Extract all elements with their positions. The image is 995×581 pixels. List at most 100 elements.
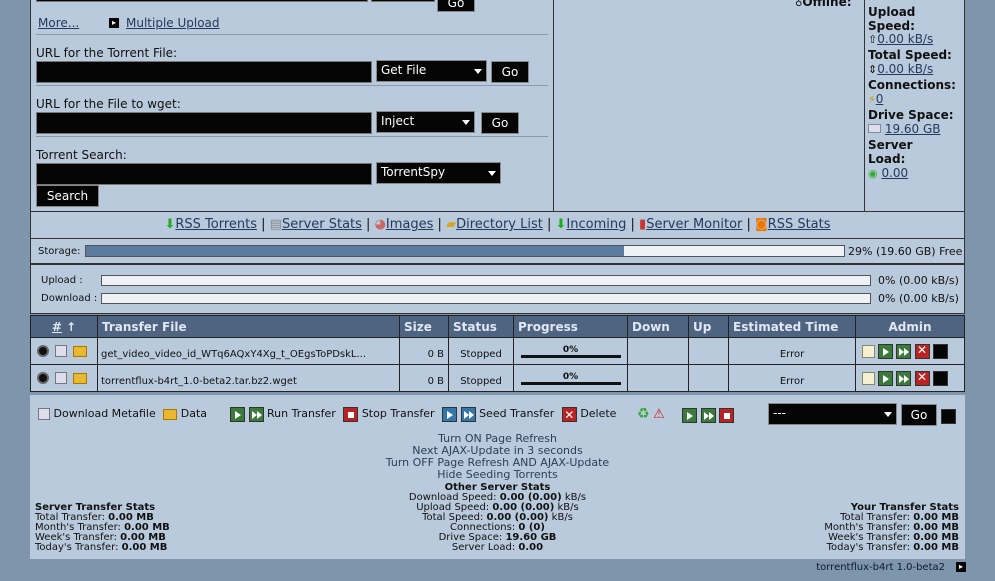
stop-icon xyxy=(343,406,359,422)
torrent-search-input[interactable] xyxy=(36,163,372,185)
bulk-run-icon[interactable] xyxy=(682,407,698,423)
upload-speed-label: Upload Speed: xyxy=(868,5,916,33)
multiple-upload-link[interactable]: Multiple Upload xyxy=(126,16,220,30)
transfer-status: Stopped xyxy=(448,364,514,392)
search-engine-select[interactable]: TorrentSpy xyxy=(376,162,501,184)
upload-speed-value: ⇧0.00 kB/s xyxy=(868,32,934,46)
download-green-icon: ⬇ xyxy=(164,217,176,232)
upload-go-button[interactable]: Go xyxy=(437,0,475,12)
select-checkbox[interactable] xyxy=(932,370,948,386)
col-header-status[interactable]: Status xyxy=(448,315,514,338)
select-checkbox[interactable] xyxy=(932,343,948,359)
transfer-form-panel: Go More... ▸ Multiple Upload URL for the… xyxy=(30,0,554,212)
drive-icon xyxy=(868,124,881,133)
table-row: torrentflux-b4rt_1.0-beta2.tar.bz2.wget … xyxy=(30,364,965,392)
footer-version[interactable]: torrentflux-b4rt 1.0-beta2 xyxy=(816,562,945,573)
transfer-size: 0 B xyxy=(399,364,449,392)
get-file-select[interactable]: Get File xyxy=(376,60,487,82)
col-header-down[interactable]: Down xyxy=(627,315,689,338)
bulk-seed-icon[interactable] xyxy=(700,407,716,423)
run-seed-icon xyxy=(248,406,264,422)
storage-panel: Storage: 29% (19.60 GB) Free xyxy=(30,239,965,264)
col-header-size[interactable]: Size xyxy=(399,315,449,338)
seed-all-icon xyxy=(460,406,476,422)
upload-file-input[interactable] xyxy=(36,0,368,2)
search-button[interactable]: Search xyxy=(36,185,99,207)
transfer-status: Stopped xyxy=(448,337,514,365)
warning-icon[interactable]: ⚠ xyxy=(653,407,665,422)
select-all-checkbox[interactable] xyxy=(941,409,956,424)
progress-text: 0% xyxy=(562,371,579,382)
torrent-search-label: Torrent Search: xyxy=(36,148,127,162)
wget-url-label: URL for the File to wget: xyxy=(36,97,181,111)
transfer-file-name[interactable]: get_video_video_id_WTq6AQxY4Xg_t_OEgsToP… xyxy=(97,337,400,365)
incoming-link[interactable]: ⬇Incoming xyxy=(556,217,627,232)
delete-icon: ✕ xyxy=(561,406,577,422)
directory-list-link[interactable]: ▰Directory List xyxy=(446,217,543,232)
legend-run-transfer: Run Transfer xyxy=(267,407,336,420)
recycle-icon[interactable]: ♻ xyxy=(637,406,650,422)
transfer-down xyxy=(627,364,689,392)
upload-file-browse[interactable] xyxy=(371,0,435,2)
server-stats-link[interactable]: ▤Server Stats xyxy=(270,217,362,232)
run-seed-icon[interactable] xyxy=(896,370,912,386)
delete-icon[interactable]: ✕ xyxy=(914,370,930,386)
connections-value: ⚡0 xyxy=(868,92,884,106)
bulk-go-button[interactable]: Go xyxy=(901,404,937,426)
run-transfer-icon[interactable] xyxy=(878,370,894,386)
transfer-eta: Error xyxy=(728,337,856,365)
inject-select[interactable]: Inject xyxy=(376,111,475,133)
legend-data: Data xyxy=(180,407,208,420)
storage-bar-fill xyxy=(86,246,625,256)
bulk-actions: ♻ ⚠ xyxy=(637,405,735,424)
seed-icon xyxy=(442,406,458,422)
connections-label: Connections: xyxy=(868,78,956,92)
more-link[interactable]: More... xyxy=(38,16,79,30)
transfer-table: # ↑ Transfer File Size Status Progress D… xyxy=(30,315,965,392)
details-icon[interactable] xyxy=(862,344,875,358)
delete-icon[interactable]: ✕ xyxy=(914,343,930,359)
folder-icon: ▰ xyxy=(446,217,457,232)
total-speed-value: ⇕0.00 kB/s xyxy=(868,62,934,76)
legend-bar: Download Metafile Data xyxy=(38,405,207,423)
rss-icon: ◙ xyxy=(755,217,768,232)
folder-icon[interactable] xyxy=(73,372,88,384)
your-transfer-stats: Your Transfer Stats Total Transfer: 0.00… xyxy=(824,503,959,553)
legend-stop-transfer: Stop Transfer xyxy=(361,407,435,420)
run-seed-icon[interactable] xyxy=(896,343,912,359)
col-header-eta[interactable]: Estimated Time xyxy=(728,315,856,338)
arrow-up-icon: ⇧ xyxy=(868,33,878,46)
server-load-label: Server Load: xyxy=(868,138,913,166)
wget-go-button[interactable]: Go xyxy=(481,112,519,134)
details-icon[interactable] xyxy=(862,371,875,385)
arrow-right-icon[interactable]: ▸ xyxy=(956,562,966,572)
col-header-progress[interactable]: Progress xyxy=(513,315,628,338)
torrent-go-button[interactable]: Go xyxy=(491,61,529,83)
transfer-file-name[interactable]: torrentflux-b4rt_1.0-beta2.tar.bz2.wget xyxy=(97,364,400,392)
info-panel xyxy=(554,0,864,212)
rss-torrents-link[interactable]: ⬇RSS Torrents xyxy=(164,217,257,232)
server-monitor-link[interactable]: ▮Server Monitor xyxy=(639,217,742,232)
metafile-icon[interactable] xyxy=(55,372,68,384)
wget-url-input[interactable] xyxy=(36,112,372,134)
col-header-up[interactable]: Up xyxy=(688,315,729,338)
chevron-down-icon xyxy=(462,120,470,125)
folder-icon[interactable] xyxy=(73,345,88,357)
images-link[interactable]: ◕Images xyxy=(375,217,434,232)
download-bar xyxy=(101,293,871,304)
metafile-icon[interactable] xyxy=(55,345,68,357)
rss-stats-link[interactable]: ◙RSS Stats xyxy=(755,217,830,232)
bulk-action-select[interactable]: --- xyxy=(768,403,897,425)
sort-arrow-icon[interactable]: ↑ xyxy=(66,320,76,334)
col-header-num[interactable]: # ↑ xyxy=(30,315,98,338)
bulk-stop-icon[interactable] xyxy=(719,407,735,423)
run-transfer-icon[interactable] xyxy=(878,343,894,359)
transfer-up xyxy=(688,364,729,392)
hide-seeding-link[interactable]: Hide Seeding Torrents xyxy=(0,469,995,481)
image-icon: ◕ xyxy=(374,217,386,232)
upload-bar-label: Upload : xyxy=(41,275,83,286)
table-row: get_video_video_id_WTq6AQxY4Xg_t_OEgsToP… xyxy=(30,337,965,365)
torrent-url-input[interactable] xyxy=(36,61,372,83)
nav-links-bar: ⬇RSS Torrents | ▤Server Stats | ◕Images … xyxy=(30,212,965,239)
col-header-file[interactable]: Transfer File xyxy=(97,315,400,338)
